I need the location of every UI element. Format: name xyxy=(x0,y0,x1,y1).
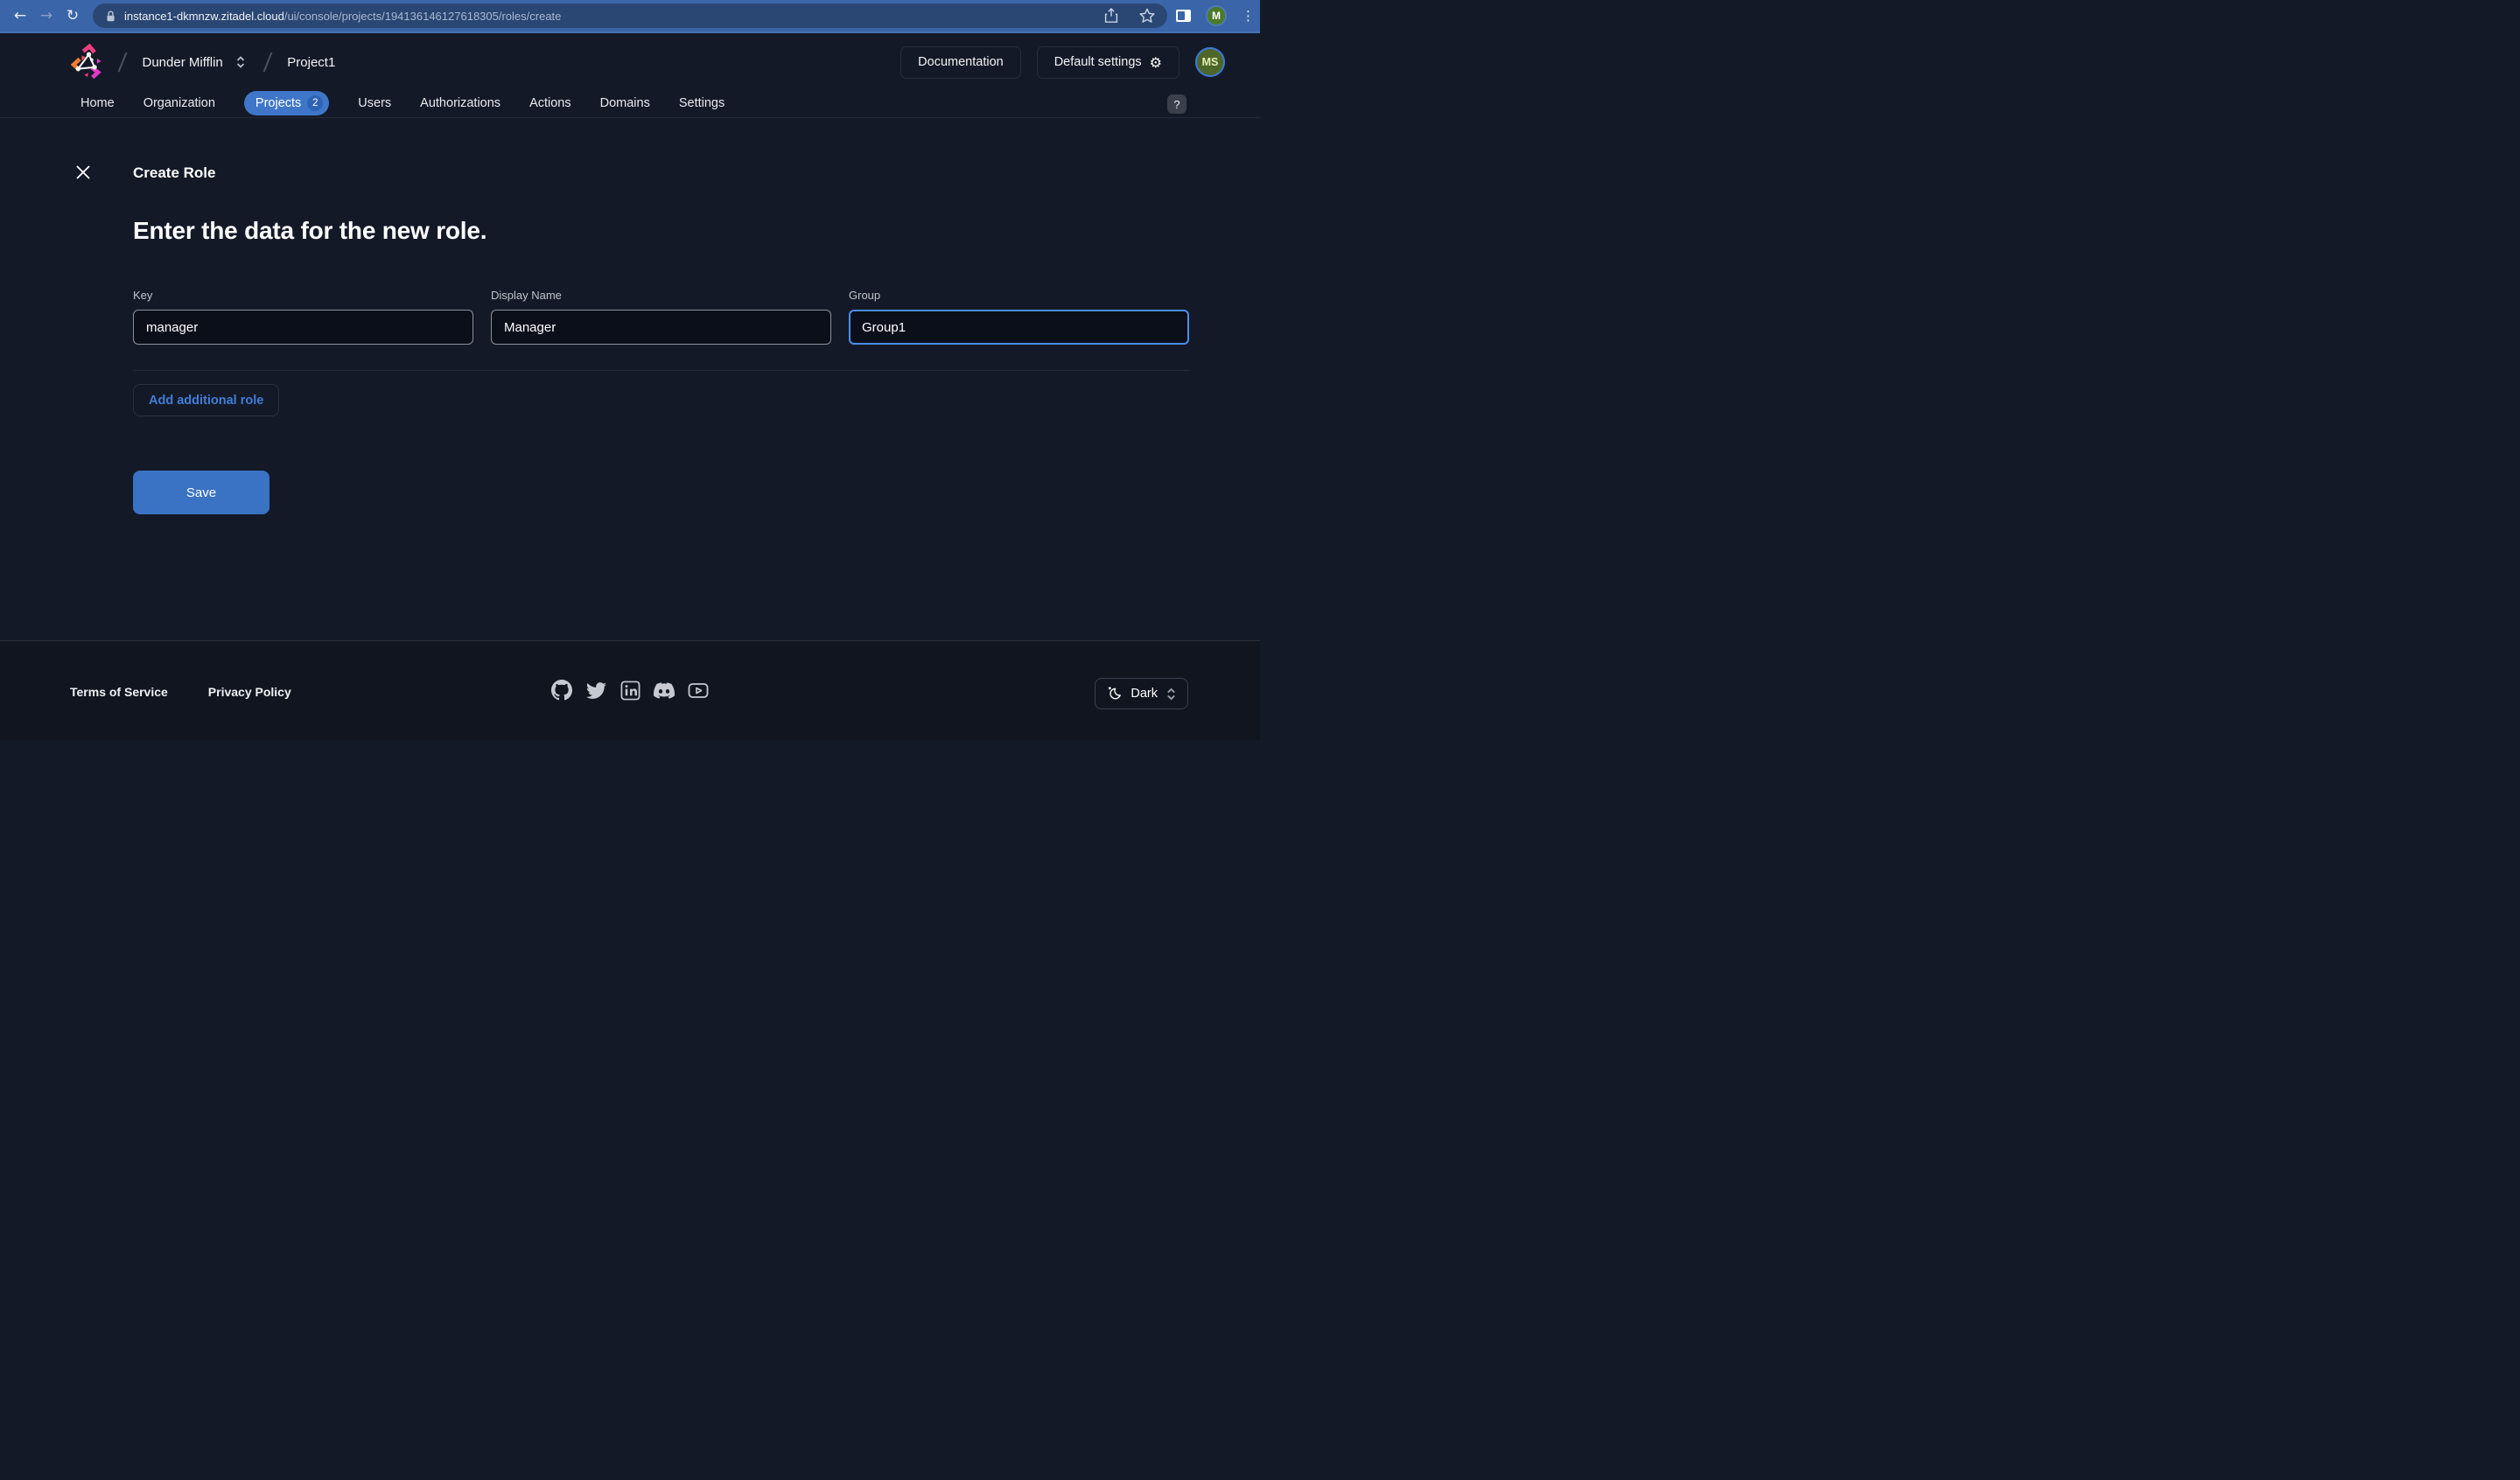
privacy-policy-link[interactable]: Privacy Policy xyxy=(208,685,291,699)
save-button[interactable]: Save xyxy=(133,471,270,514)
org-switcher-icon[interactable] xyxy=(235,54,246,70)
browser-toolbar: ← → ↻ instance1-dkmnzw.zitadel.cloud/ui/… xyxy=(0,0,1260,33)
tab-organization[interactable]: Organization xyxy=(144,96,215,110)
youtube-icon[interactable] xyxy=(688,680,709,701)
display-name-field-group: Display Name xyxy=(491,289,831,345)
lock-icon xyxy=(105,10,116,23)
add-additional-role-button[interactable]: Add additional role xyxy=(133,384,279,416)
display-name-input[interactable] xyxy=(491,310,831,345)
discord-icon[interactable] xyxy=(654,680,675,701)
forward-icon[interactable]: → xyxy=(33,7,60,24)
zitadel-logo-icon[interactable] xyxy=(71,44,106,80)
dark-mode-moon-icon xyxy=(1106,686,1123,702)
help-button[interactable]: ? xyxy=(1167,94,1186,114)
tab-projects[interactable]: Projects 2 xyxy=(244,91,329,115)
reload-icon[interactable]: ↻ xyxy=(60,7,86,24)
app-header: Dunder Mifflin Project1 Documentation De… xyxy=(0,35,1260,89)
projects-count-badge: 2 xyxy=(307,95,323,111)
tab-users[interactable]: Users xyxy=(358,96,391,110)
tab-home[interactable]: Home xyxy=(80,96,115,110)
footer: Terms of Service Privacy Policy xyxy=(0,640,1260,740)
side-panel-icon[interactable] xyxy=(1176,10,1191,22)
bookmark-star-icon[interactable] xyxy=(1139,8,1155,24)
display-name-label: Display Name xyxy=(491,289,831,302)
theme-selector[interactable]: Dark xyxy=(1095,678,1188,709)
role-form: Key Display Name Group xyxy=(133,289,1189,345)
group-input[interactable] xyxy=(849,310,1189,345)
browser-menu-icon[interactable]: ⋮ xyxy=(1242,8,1255,24)
group-field-group: Group xyxy=(849,289,1189,345)
key-field-group: Key xyxy=(133,289,473,345)
url-path: /ui/console/projects/194136146127618305/… xyxy=(284,10,562,23)
footer-links: Terms of Service Privacy Policy xyxy=(70,685,291,699)
breadcrumb-project[interactable]: Project1 xyxy=(287,55,335,70)
console-page: Dunder Mifflin Project1 Documentation De… xyxy=(0,35,1260,640)
key-label: Key xyxy=(133,289,473,302)
url-host: instance1-dkmnzw.zitadel.cloud xyxy=(124,10,284,23)
documentation-button[interactable]: Documentation xyxy=(900,46,1021,79)
breadcrumb-org[interactable]: Dunder Mifflin xyxy=(143,55,223,70)
default-settings-label: Default settings xyxy=(1054,55,1142,69)
share-icon[interactable] xyxy=(1104,8,1118,24)
url-bar[interactable]: instance1-dkmnzw.zitadel.cloud/ui/consol… xyxy=(93,3,1167,28)
documentation-label: Documentation xyxy=(918,55,1004,69)
group-label: Group xyxy=(849,289,1189,302)
breadcrumb-separator xyxy=(262,52,271,73)
select-chevrons-icon xyxy=(1166,687,1177,702)
tab-actions[interactable]: Actions xyxy=(529,96,571,110)
user-avatar[interactable]: MS xyxy=(1195,47,1225,77)
tab-settings[interactable]: Settings xyxy=(679,96,724,110)
tab-authorizations[interactable]: Authorizations xyxy=(420,96,500,110)
form-heading: Enter the data for the new role. xyxy=(133,217,486,245)
page-title: Create Role xyxy=(133,164,215,182)
back-icon[interactable]: ← xyxy=(7,7,33,24)
gear-icon: ⚙ xyxy=(1150,54,1162,71)
terms-of-service-link[interactable]: Terms of Service xyxy=(70,685,168,699)
key-input[interactable] xyxy=(133,310,473,345)
form-divider xyxy=(133,370,1189,371)
default-settings-button[interactable]: Default settings ⚙ xyxy=(1037,46,1180,79)
tab-domains[interactable]: Domains xyxy=(600,96,650,110)
theme-selector-value: Dark xyxy=(1130,687,1158,701)
github-icon[interactable] xyxy=(551,680,572,701)
twitter-icon[interactable] xyxy=(585,680,606,701)
close-icon[interactable] xyxy=(74,163,93,182)
social-links xyxy=(551,680,709,701)
main-nav: Home Organization Projects 2 Users Autho… xyxy=(0,89,1260,118)
breadcrumb-separator xyxy=(118,52,127,73)
linkedin-icon[interactable] xyxy=(620,680,640,701)
tab-projects-label: Projects xyxy=(256,96,301,110)
browser-profile-avatar[interactable]: M xyxy=(1206,5,1227,26)
